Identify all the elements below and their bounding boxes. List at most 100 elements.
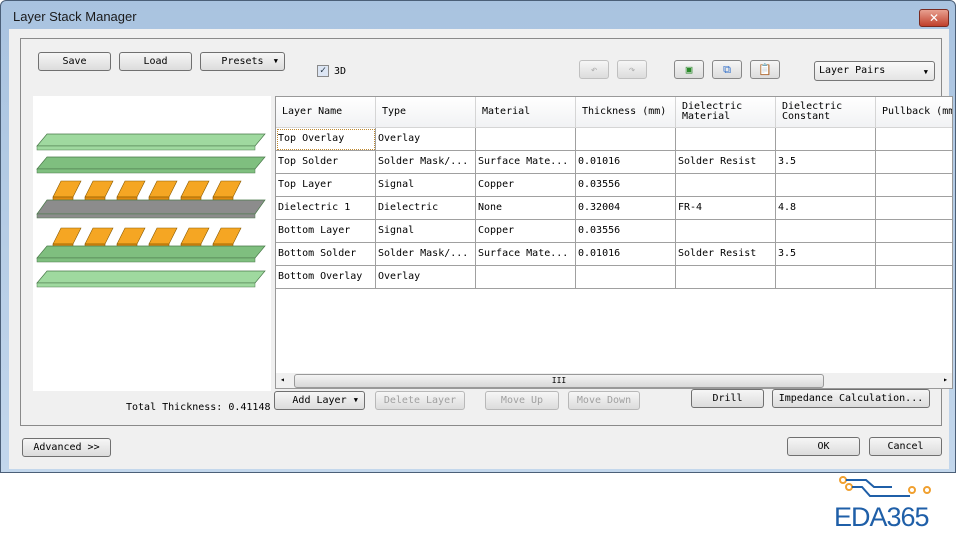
table-cell[interactable]	[776, 266, 876, 289]
watermark-text: EDA365	[834, 502, 930, 532]
table-cell[interactable]: 0.01016	[576, 151, 676, 174]
view-mode-select[interactable]: Layer Pairs ▼	[814, 61, 935, 81]
table-cell[interactable]: 0.01016	[576, 243, 676, 266]
table-cell[interactable]: Solder Resist	[676, 151, 776, 174]
column-header[interactable]: Thickness (mm)	[576, 97, 676, 128]
table-cell[interactable]	[476, 266, 576, 289]
move-up-button[interactable]: Move Up	[485, 391, 559, 410]
table-cell[interactable]: Bottom Solder	[276, 243, 376, 266]
table-cell[interactable]: 0.32004	[576, 197, 676, 220]
top-overlay-layer	[36, 133, 266, 147]
column-header[interactable]: Dielectric Material	[676, 97, 776, 128]
table-cell[interactable]: Bottom Layer	[276, 220, 376, 243]
close-button[interactable]: ✕	[919, 9, 949, 27]
horizontal-scrollbar[interactable]: ◂ III ▸	[276, 373, 952, 388]
bottom-copper-trace	[180, 227, 210, 245]
stack-group: Save Load Presets ▼ ✓ 3D ↶ ↷ ▣ ⧉ 📋 Layer …	[20, 38, 953, 426]
table-cell[interactable]	[576, 266, 676, 289]
table-cell[interactable]	[876, 151, 952, 174]
paste-icon: 📋	[758, 63, 772, 76]
save-button[interactable]: Save	[38, 52, 111, 71]
table-cell[interactable]	[876, 220, 952, 243]
ok-button[interactable]: OK	[787, 437, 860, 456]
scroll-right-icon[interactable]: ▸	[943, 375, 948, 384]
table-cell[interactable]: Signal	[376, 220, 476, 243]
table-cell[interactable]: 0.03556	[576, 220, 676, 243]
redo-icon: ↷	[628, 63, 636, 76]
top-copper-trace	[212, 180, 242, 198]
table-cell[interactable]: 3.5	[776, 243, 876, 266]
column-header[interactable]: Pullback (mm	[876, 97, 952, 128]
table-cell[interactable]: Copper	[476, 174, 576, 197]
presets-dropdown[interactable]: Presets ▼	[200, 52, 285, 71]
drill-button[interactable]: Drill	[691, 389, 764, 408]
table-cell[interactable]: Surface Mate...	[476, 151, 576, 174]
table-cell[interactable]: 0.03556	[576, 174, 676, 197]
table-cell[interactable]	[776, 128, 876, 151]
chevron-down-icon: ▼	[923, 68, 928, 76]
table-cell[interactable]: 4.8	[776, 197, 876, 220]
column-header[interactable]: Type	[376, 97, 476, 128]
add-layer-button[interactable]: Add Layer ▼	[274, 391, 365, 410]
column-header[interactable]: Material	[476, 97, 576, 128]
column-header[interactable]: Layer Name	[276, 97, 376, 128]
scrollbar-thumb[interactable]: III	[294, 374, 824, 388]
table-cell[interactable]	[876, 243, 952, 266]
scroll-left-icon[interactable]: ◂	[280, 375, 285, 384]
layer-table: ◂ III ▸ Layer Name Type Material Thickness …	[275, 96, 953, 389]
table-cell[interactable]: FR-4	[676, 197, 776, 220]
table-cell[interactable]	[876, 266, 952, 289]
top-copper-trace	[180, 180, 210, 198]
table-cell[interactable]	[776, 220, 876, 243]
table-cell[interactable]: Top Overlay	[276, 128, 376, 151]
table-cell[interactable]	[876, 128, 952, 151]
bottom-solder-layer	[36, 245, 266, 259]
top-overlay-layer-edge	[36, 145, 256, 151]
table-cell[interactable]: Surface Mate...	[476, 243, 576, 266]
table-cell[interactable]: Signal	[376, 174, 476, 197]
column-header[interactable]: Dielectric Constant	[776, 97, 876, 128]
delete-layer-button[interactable]: Delete Layer	[375, 391, 465, 410]
table-cell[interactable]: Bottom Overlay	[276, 266, 376, 289]
table-cell[interactable]: Overlay	[376, 128, 476, 151]
advanced-button[interactable]: Advanced >>	[22, 438, 111, 457]
circuit-trace-icon	[839, 476, 931, 497]
undo-button[interactable]: ↶	[579, 60, 609, 79]
table-cell[interactable]	[576, 128, 676, 151]
load-button[interactable]: Load	[119, 52, 192, 71]
table-cell[interactable]: Top Solder	[276, 151, 376, 174]
stack-3d-preview	[33, 96, 271, 391]
eda365-logo: EDA365	[832, 474, 947, 534]
redo-button[interactable]: ↷	[617, 60, 647, 79]
table-cell[interactable]: Overlay	[376, 266, 476, 289]
paste-button[interactable]: 📋	[750, 60, 780, 79]
table-cell[interactable]	[476, 128, 576, 151]
table-cell[interactable]: 3.5	[776, 151, 876, 174]
impedance-calculation-button[interactable]: Impedance Calculation...	[772, 389, 930, 408]
table-cell[interactable]	[676, 174, 776, 197]
export-image-button[interactable]: ▣	[674, 60, 704, 79]
chevron-down-icon: ▼	[273, 57, 278, 65]
table-cell[interactable]	[876, 197, 952, 220]
total-thickness: Total Thickness: 0.41148	[126, 402, 271, 413]
table-cell[interactable]: None	[476, 197, 576, 220]
table-cell[interactable]	[676, 266, 776, 289]
table-cell[interactable]	[876, 174, 952, 197]
top-copper-trace	[52, 180, 82, 198]
table-cell[interactable]: Solder Resist	[676, 243, 776, 266]
table-cell[interactable]	[676, 128, 776, 151]
table-cell[interactable]: Copper	[476, 220, 576, 243]
cancel-button[interactable]: Cancel	[869, 437, 942, 456]
dialog-client: Save Load Presets ▼ ✓ 3D ↶ ↷ ▣ ⧉ 📋 Layer …	[9, 29, 953, 469]
table-cell[interactable]: Solder Mask/...	[376, 151, 476, 174]
chevron-down-icon: ▼	[353, 396, 358, 404]
table-cell[interactable]: Dielectric	[376, 197, 476, 220]
copy-button[interactable]: ⧉	[712, 60, 742, 79]
move-down-button[interactable]: Move Down	[568, 391, 640, 410]
table-cell[interactable]	[676, 220, 776, 243]
table-cell[interactable]: Top Layer	[276, 174, 376, 197]
table-cell[interactable]: Solder Mask/...	[376, 243, 476, 266]
table-cell[interactable]: Dielectric 1	[276, 197, 376, 220]
table-cell[interactable]	[776, 174, 876, 197]
3d-checkbox[interactable]: ✓	[317, 65, 329, 77]
